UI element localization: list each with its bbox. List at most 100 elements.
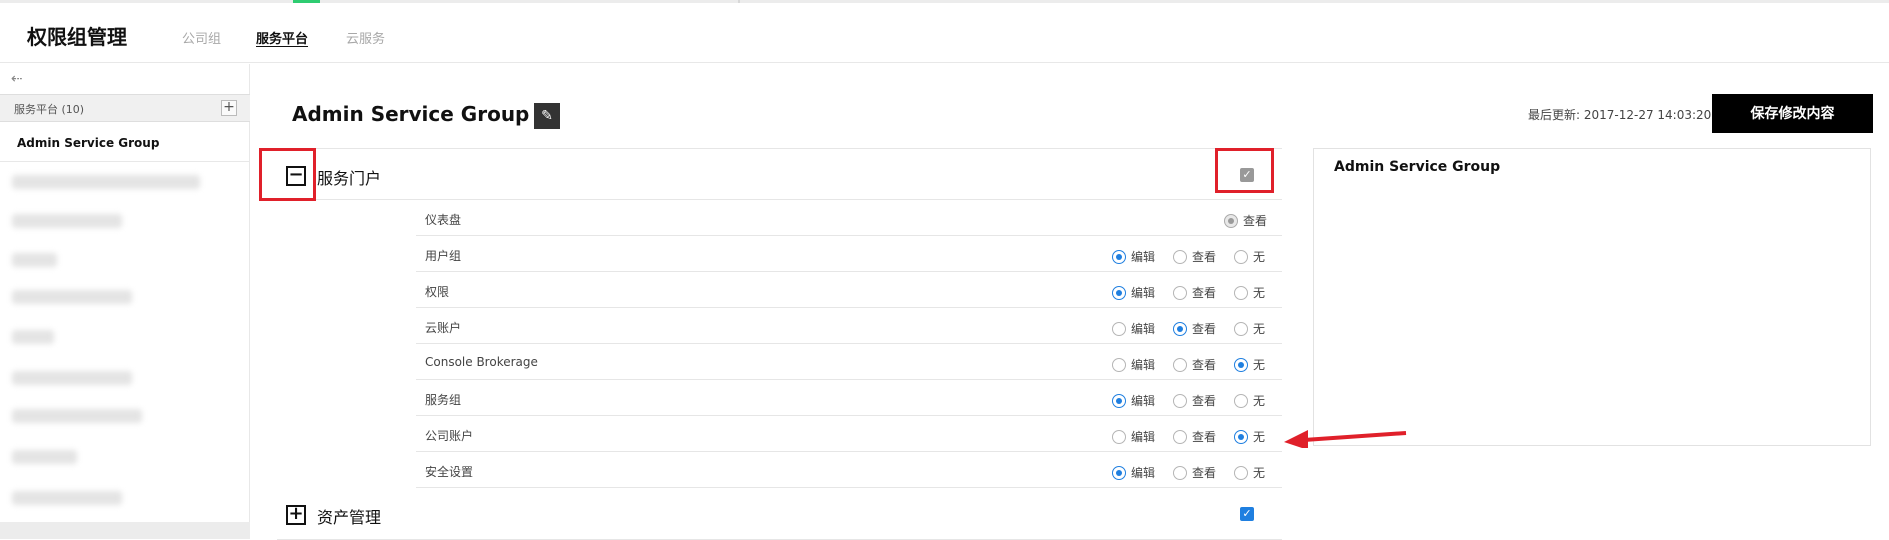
group-title: Admin Service Group	[292, 102, 530, 126]
option-label: 无	[1253, 466, 1266, 480]
option-view[interactable]: 查看	[1173, 246, 1217, 264]
perm-name: 云账户	[425, 321, 462, 335]
perm-row-security-settings: 安全设置 编辑 查看 无	[416, 452, 1282, 488]
option-label: 编辑	[1131, 394, 1156, 408]
perm-name: 权限	[425, 285, 450, 299]
radio-none[interactable]	[1234, 321, 1248, 336]
option-none[interactable]: 无	[1234, 390, 1266, 408]
tab-company-group[interactable]: 公司组	[182, 28, 221, 47]
option-view[interactable]: 查看	[1173, 390, 1217, 408]
perm-row-dashboard: 仪表盘 查看	[416, 200, 1282, 236]
option-label: 查看	[1192, 466, 1217, 480]
section-asset-management: + 资产管理 ✓	[277, 488, 1282, 540]
option-view[interactable]: 查看	[1173, 462, 1217, 480]
tab-cloud-service[interactable]: 云服务	[346, 28, 385, 47]
radio-edit[interactable]	[1112, 249, 1126, 264]
option-label: 编辑	[1131, 358, 1156, 372]
option-view[interactable]: 查看	[1173, 354, 1216, 372]
perm-name: Console Brokerage	[425, 355, 538, 369]
option-none[interactable]: 无	[1234, 246, 1266, 264]
add-group-icon[interactable]: +	[221, 100, 237, 116]
radio-view[interactable]	[1173, 429, 1187, 444]
option-none[interactable]: 无	[1234, 318, 1265, 336]
option-label: 编辑	[1131, 430, 1156, 444]
option-label: 查看	[1192, 286, 1217, 300]
tab-service-platform[interactable]: 服务平台	[256, 28, 308, 47]
radio-view[interactable]	[1224, 213, 1238, 228]
radio-view[interactable]	[1173, 357, 1187, 372]
radio-none[interactable]	[1234, 465, 1248, 480]
option-edit[interactable]: 编辑	[1112, 246, 1156, 264]
option-label: 无	[1253, 394, 1266, 408]
radio-none[interactable]	[1234, 357, 1248, 372]
option-none[interactable]: 无	[1234, 462, 1266, 480]
option-label: 编辑	[1131, 250, 1156, 264]
radio-edit[interactable]	[1112, 357, 1126, 372]
option-label: 查看	[1192, 394, 1217, 408]
option-label: 无	[1253, 250, 1266, 264]
option-view[interactable]: 查看	[1173, 318, 1217, 336]
sidebar-group-header: 服务平台 (10) +	[0, 94, 250, 122]
sidebar-item-blurred[interactable]	[12, 450, 77, 464]
highlight-box-toggle	[259, 148, 316, 201]
sidebar-item-blurred[interactable]	[12, 175, 200, 189]
option-view[interactable]: 查看	[1224, 210, 1267, 228]
highlight-box-checkbox	[1215, 148, 1274, 193]
option-label: 查看	[1192, 322, 1217, 336]
radio-edit[interactable]	[1112, 465, 1126, 480]
sidebar-item-blurred[interactable]	[12, 409, 142, 423]
option-none[interactable]: 无	[1234, 354, 1265, 372]
radio-view[interactable]	[1173, 249, 1187, 264]
radio-edit[interactable]	[1112, 285, 1126, 300]
section-name: 资产管理	[317, 508, 382, 527]
radio-none[interactable]	[1234, 429, 1248, 444]
radio-edit[interactable]	[1112, 321, 1126, 336]
option-none[interactable]: 无	[1234, 282, 1265, 300]
radio-none[interactable]	[1234, 285, 1248, 300]
option-label: 查看	[1192, 430, 1217, 444]
sidebar-item-blurred[interactable]	[12, 253, 57, 267]
sidebar: ⇠ 服务平台 (10) + Admin Service Group	[0, 64, 250, 539]
radio-none[interactable]	[1234, 393, 1248, 408]
option-label: 编辑	[1131, 286, 1156, 300]
sidebar-item-admin-service-group[interactable]: Admin Service Group	[0, 124, 250, 162]
option-none[interactable]: 无	[1234, 426, 1266, 444]
sidebar-item-label: Admin Service Group	[17, 136, 160, 150]
option-edit[interactable]: 编辑	[1112, 462, 1156, 480]
option-edit[interactable]: 编辑	[1112, 282, 1156, 300]
option-label: 编辑	[1131, 466, 1156, 480]
sidebar-item-blurred[interactable]	[12, 214, 122, 228]
perm-name: 安全设置	[425, 465, 474, 479]
radio-edit[interactable]	[1112, 429, 1126, 444]
option-edit[interactable]: 编辑	[1112, 426, 1156, 444]
sidebar-item-blurred[interactable]	[12, 330, 54, 344]
radio-edit[interactable]	[1112, 393, 1126, 408]
option-label: 查看	[1192, 250, 1217, 264]
save-changes-button[interactable]: 保存修改内容	[1712, 94, 1873, 133]
option-view[interactable]: 查看	[1173, 426, 1217, 444]
option-edit[interactable]: 编辑	[1112, 390, 1156, 408]
option-view[interactable]: 查看	[1173, 282, 1217, 300]
collapse-left-icon[interactable]: ⇠	[11, 71, 23, 87]
expand-toggle-icon[interactable]: +	[286, 505, 306, 525]
option-label: 无	[1253, 430, 1266, 444]
page-title: 权限组管理	[27, 25, 127, 49]
radio-view[interactable]	[1173, 393, 1187, 408]
perm-row-service-group: 服务组 编辑 查看 无	[416, 380, 1282, 416]
group-detail-panel: Admin Service Group	[1313, 148, 1871, 446]
sidebar-item-blurred[interactable]	[12, 371, 132, 385]
option-edit[interactable]: 编辑	[1112, 354, 1156, 372]
sidebar-item-blurred[interactable]	[12, 290, 132, 304]
radio-none[interactable]	[1234, 249, 1248, 264]
option-edit[interactable]: 编辑	[1112, 318, 1155, 336]
perm-row-permission: 权限 编辑 查看 无	[416, 272, 1282, 308]
radio-view[interactable]	[1173, 285, 1187, 300]
edit-icon[interactable]: ✎	[534, 103, 560, 129]
perm-name: 服务组	[425, 393, 462, 407]
sidebar-item-blurred[interactable]	[12, 491, 122, 505]
section-checkbox[interactable]: ✓	[1240, 507, 1254, 521]
radio-view[interactable]	[1173, 465, 1187, 480]
last-update-text: 最后更新: 2017-12-27 14:03:20	[1528, 108, 1712, 122]
radio-view[interactable]	[1173, 321, 1187, 336]
perm-name: 仪表盘	[425, 213, 462, 227]
